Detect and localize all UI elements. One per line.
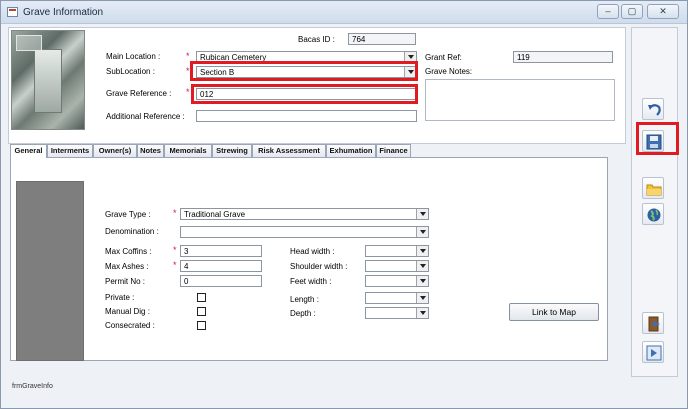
additional-reference-label: Additional Reference :: [106, 112, 185, 121]
required-mark: *: [186, 87, 190, 97]
tab-finance[interactable]: Finance: [376, 144, 411, 157]
required-mark: *: [173, 208, 177, 218]
save-button-highlight: [636, 122, 679, 155]
grave-type-value: Traditional Grave: [184, 210, 246, 219]
form-icon: [7, 7, 18, 17]
tab-exhumation[interactable]: Exhumation: [326, 144, 376, 157]
required-mark: *: [186, 51, 190, 61]
manual-dig-checkbox[interactable]: [197, 307, 206, 316]
consecrated-label: Consecrated :: [105, 321, 155, 330]
max-ashes-input[interactable]: 4: [180, 260, 262, 272]
private-checkbox[interactable]: [197, 293, 206, 302]
shoulder-width-dropdown[interactable]: [365, 260, 429, 272]
permit-no-label: Permit No :: [105, 277, 146, 286]
chevron-down-icon[interactable]: [416, 209, 428, 219]
denomination-dropdown[interactable]: [180, 226, 429, 238]
undo-arrow-icon: [648, 104, 661, 116]
main-location-label: Main Location :: [106, 52, 161, 61]
length-label: Length :: [290, 295, 319, 304]
tab-interments[interactable]: Interments: [47, 144, 93, 157]
grave-type-dropdown[interactable]: Traditional Grave: [180, 208, 429, 220]
grave-type-label: Grave Type :: [105, 210, 151, 219]
grave-reference-highlight: [191, 84, 418, 104]
private-label: Private :: [105, 293, 135, 302]
grave-photo[interactable]: [11, 30, 85, 130]
undo-button[interactable]: [642, 98, 664, 120]
minimize-button[interactable]: –: [597, 4, 619, 19]
tab-general[interactable]: General: [10, 144, 47, 158]
form-name-label: frmGraveInfo: [12, 383, 53, 390]
chevron-down-icon[interactable]: [416, 293, 428, 303]
manual-dig-label: Manual Dig :: [105, 307, 150, 316]
chevron-down-icon[interactable]: [416, 308, 428, 318]
max-ashes-label: Max Ashes :: [105, 262, 149, 271]
depth-dropdown[interactable]: [365, 307, 429, 319]
sub-location-highlight: [190, 61, 418, 81]
tab-risk-assessment[interactable]: Risk Assessment: [252, 144, 326, 157]
tab-owners[interactable]: Owner(s): [93, 144, 137, 157]
bacas-id-field: 764: [348, 33, 416, 45]
restore-button[interactable]: ▢: [621, 4, 643, 19]
required-mark: *: [173, 260, 177, 270]
chevron-down-icon[interactable]: [416, 246, 428, 256]
denomination-label: Denomination :: [105, 227, 159, 236]
depth-label: Depth :: [290, 309, 316, 318]
title-bar: Grave Information – ▢ ✕: [1, 1, 687, 24]
grant-ref-field: 119: [513, 51, 613, 63]
grave-notes-label: Grave Notes:: [425, 67, 473, 76]
tab-notes[interactable]: Notes: [137, 144, 164, 157]
globe-icon: [647, 208, 661, 222]
grave-reference-label: Grave Reference :: [106, 89, 172, 98]
window-title: Grave Information: [23, 7, 104, 18]
feet-width-label: Feet width :: [290, 277, 332, 286]
sub-location-label: SubLocation :: [106, 67, 155, 76]
next-record-button[interactable]: [642, 341, 664, 363]
shoulder-width-label: Shoulder width :: [290, 262, 348, 271]
tab-strewing[interactable]: Strewing: [212, 144, 252, 157]
link-to-map-button[interactable]: Link to Map: [509, 303, 599, 321]
max-coffins-input[interactable]: 3: [180, 245, 262, 257]
required-mark: *: [186, 66, 190, 76]
next-record-icon: [646, 345, 662, 361]
head-width-label: Head width :: [290, 247, 335, 256]
open-button[interactable]: [642, 177, 664, 199]
exit-door-icon: [648, 316, 660, 332]
feet-width-dropdown[interactable]: [365, 275, 429, 287]
chevron-down-icon[interactable]: [416, 276, 428, 286]
grant-ref-label: Grant Ref:: [425, 53, 462, 62]
close-button[interactable]: ✕: [647, 4, 679, 19]
permit-no-input[interactable]: 0: [180, 275, 262, 287]
chevron-down-icon[interactable]: [416, 261, 428, 271]
grave-notes-textarea[interactable]: [425, 79, 615, 121]
folder-icon: [646, 184, 662, 196]
chevron-down-icon[interactable]: [416, 227, 428, 237]
tab-memorials[interactable]: Memorials: [164, 144, 212, 157]
length-dropdown[interactable]: [365, 292, 429, 304]
exit-button[interactable]: [642, 312, 664, 334]
required-mark: *: [173, 245, 177, 255]
head-width-dropdown[interactable]: [365, 245, 429, 257]
grave-plan-image: [16, 181, 84, 361]
max-coffins-label: Max Coffins :: [105, 247, 152, 256]
additional-reference-input[interactable]: [196, 110, 417, 122]
web-button[interactable]: [642, 203, 664, 225]
general-tab-panel: [10, 157, 608, 361]
bacas-id-label: Bacas ID :: [298, 35, 335, 44]
consecrated-checkbox[interactable]: [197, 321, 206, 330]
